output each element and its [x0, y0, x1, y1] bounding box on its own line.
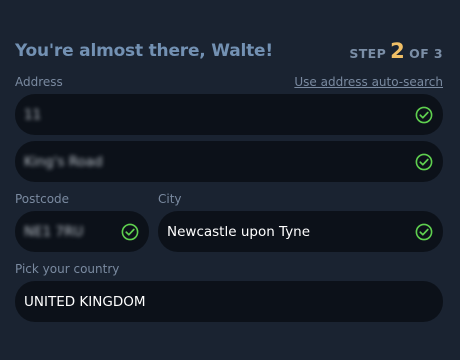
step-indicator: STEP 2 OF 3 — [349, 39, 443, 63]
form-header: You're almost there, Walte! STEP 2 OF 3 — [15, 36, 443, 66]
address-line1-value: 11 — [24, 106, 42, 123]
city-value: Newcastle upon Tyne — [167, 223, 311, 240]
city-field[interactable]: Newcastle upon Tyne — [158, 211, 443, 252]
address-line2-value: King's Road — [24, 153, 103, 170]
step-prefix: STEP — [349, 46, 387, 61]
postcode-field[interactable]: NE1 7RU — [15, 211, 149, 252]
check-circle-icon — [415, 223, 433, 240]
check-circle-icon — [121, 223, 139, 240]
page-title: You're almost there, Walte! — [15, 41, 273, 61]
country-label: Pick your country — [15, 262, 120, 276]
address-line2-field[interactable]: King's Road — [15, 141, 443, 182]
check-circle-icon — [415, 153, 433, 170]
city-label: City — [158, 192, 182, 206]
address-label: Address — [15, 75, 63, 89]
country-value: UNITED KINGDOM — [24, 293, 146, 310]
address-line1-field[interactable]: 11 — [15, 94, 443, 135]
postcode-value: NE1 7RU — [24, 223, 84, 240]
address-autosearch-link[interactable]: Use address auto-search — [294, 75, 443, 89]
step-current: 2 — [390, 39, 406, 63]
address-form-page: You're almost there, Walte! STEP 2 OF 3 … — [0, 0, 460, 360]
step-suffix: OF 3 — [409, 46, 443, 61]
postcode-label: Postcode — [15, 192, 70, 206]
country-select[interactable]: UNITED KINGDOM — [15, 281, 443, 322]
check-circle-icon — [415, 106, 433, 123]
